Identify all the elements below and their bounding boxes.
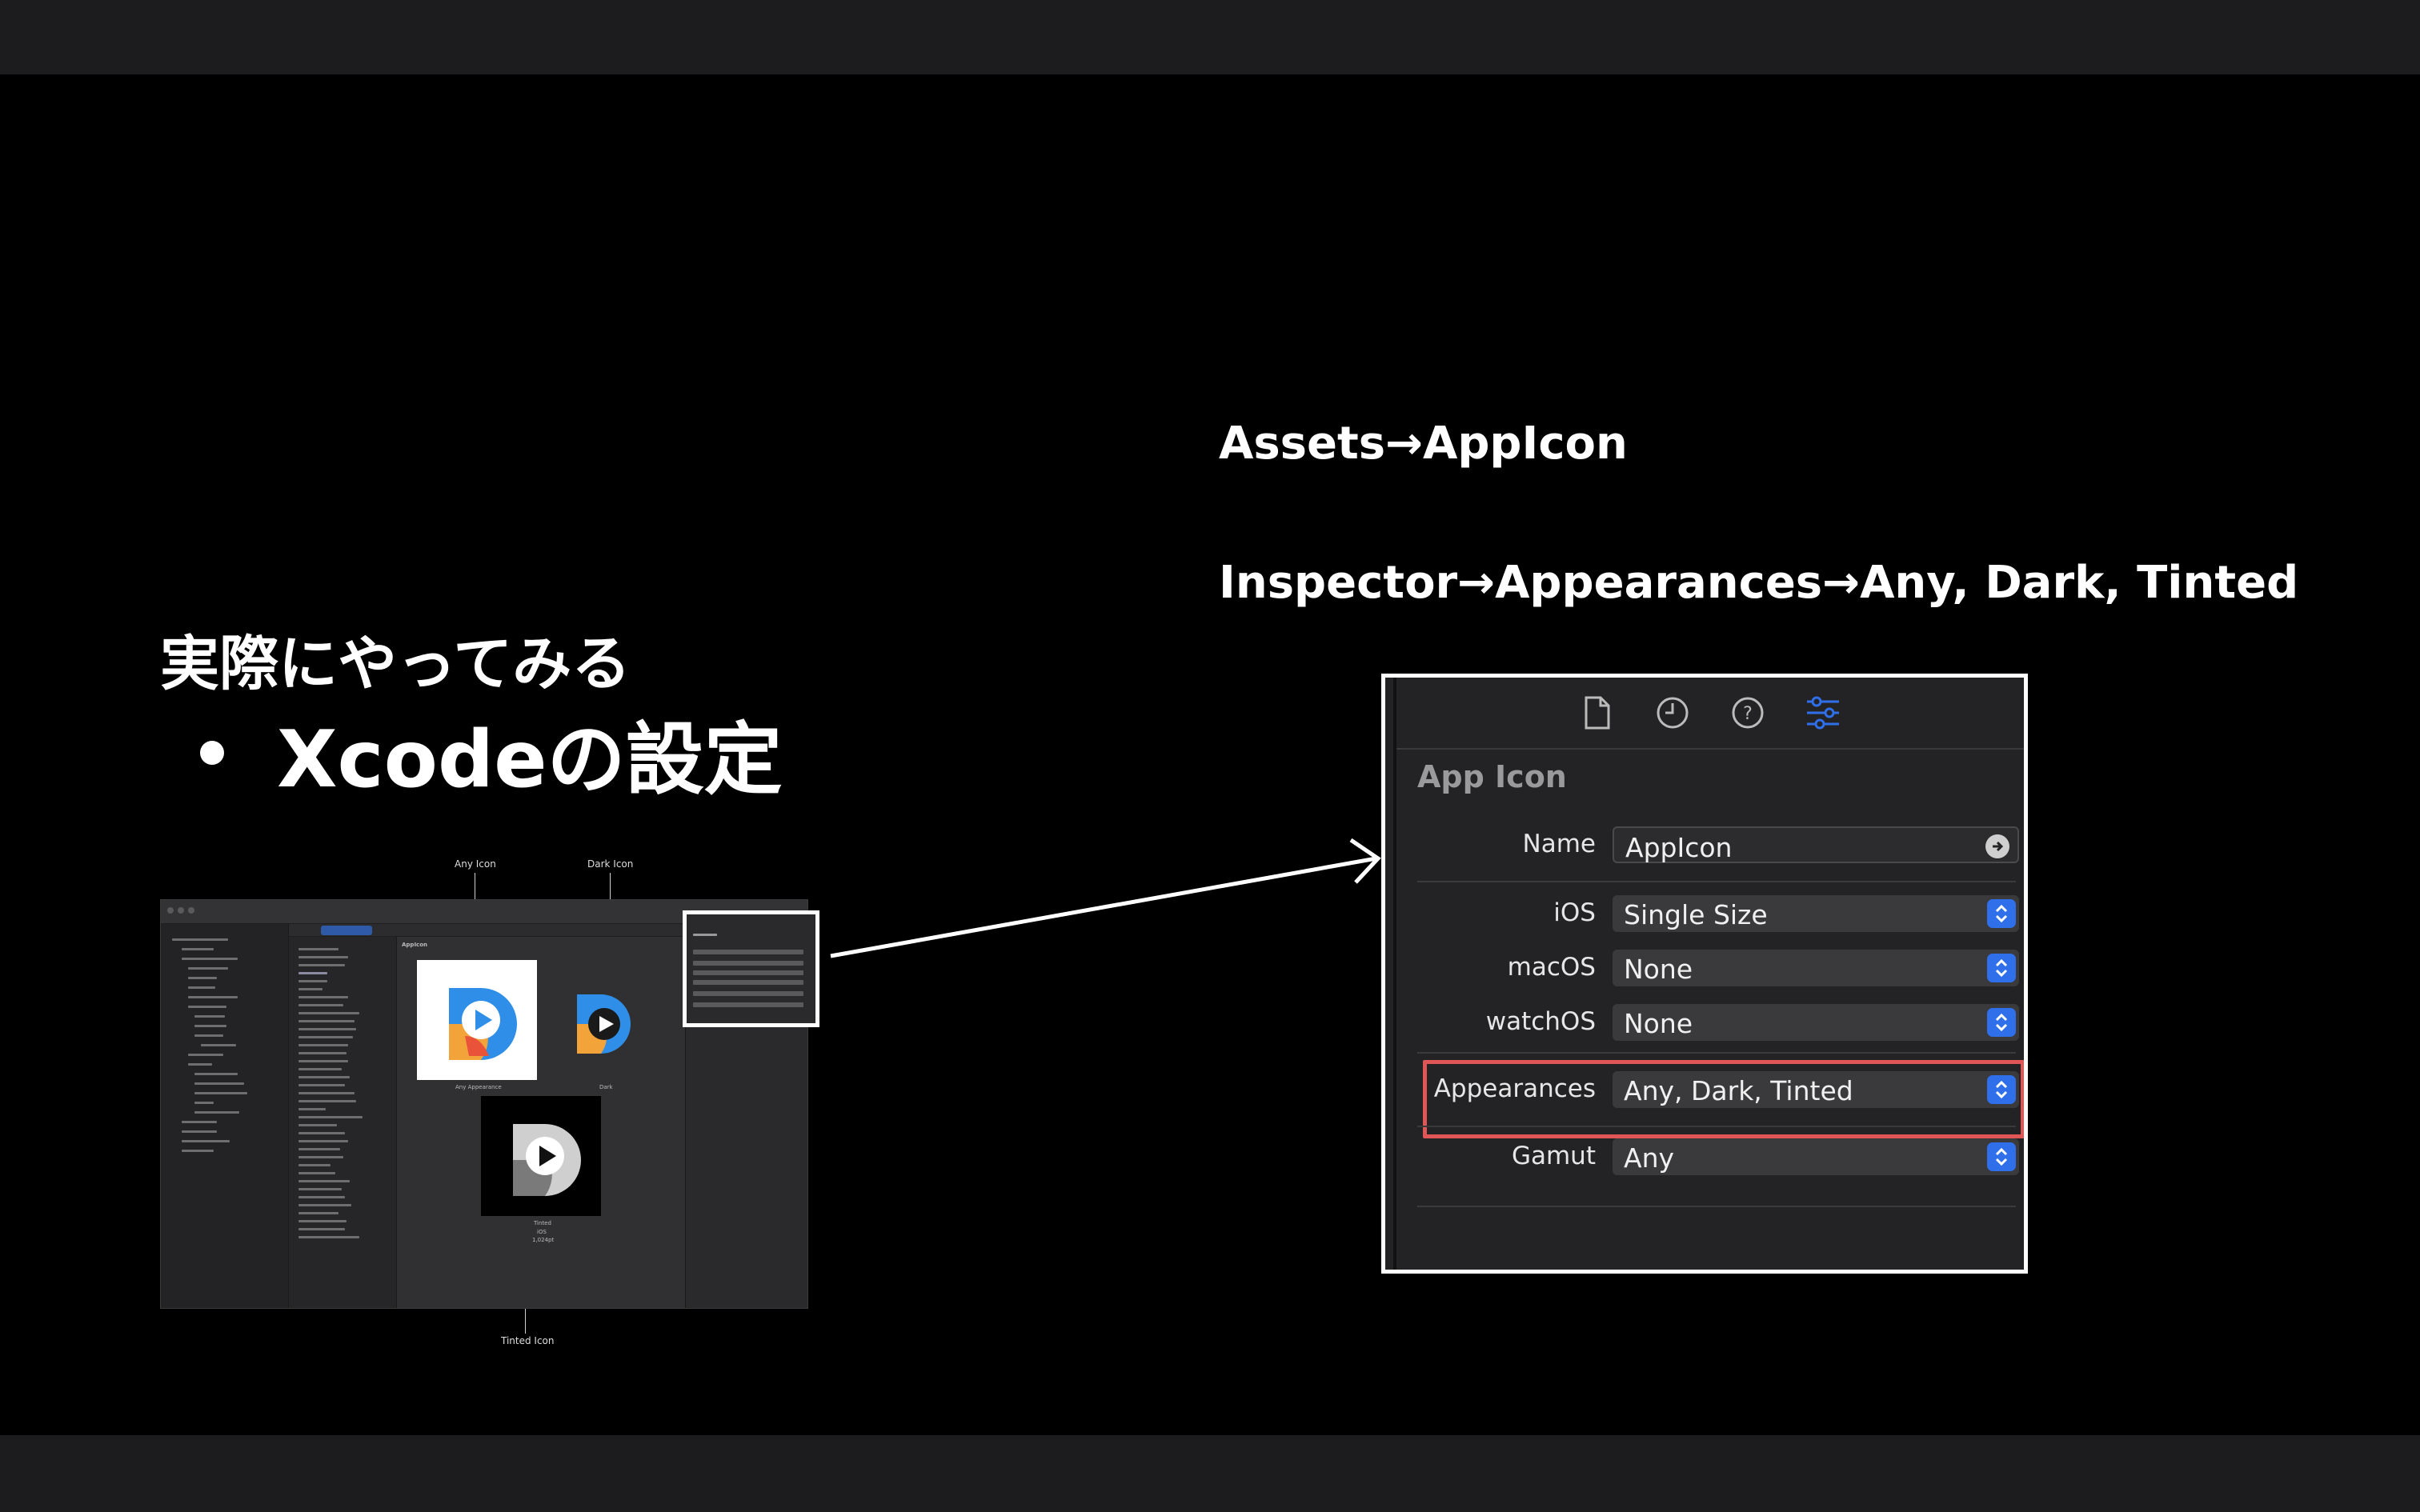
bullet-dot-icon	[200, 741, 224, 765]
slide-heading: 実際にやってみる	[160, 630, 631, 698]
file-icon[interactable]	[1579, 694, 1616, 731]
name-field-value: AppIcon	[1625, 832, 1733, 863]
watchos-popup-value: None	[1624, 1008, 1693, 1039]
gamut-popup[interactable]: Any	[1613, 1138, 2019, 1175]
mini-canvas-title: AppIcon	[402, 942, 427, 948]
mini-label-size: 1,024pt	[532, 1237, 555, 1243]
chevron-updown-icon	[1987, 899, 2016, 928]
bottom-letterbox-bar	[0, 1435, 2420, 1512]
mini-assets-tab	[321, 926, 372, 935]
window-controls	[167, 907, 194, 914]
inspector-section-title: App Icon	[1417, 759, 1567, 794]
name-label: Name	[1522, 830, 1596, 858]
mini-label-dark: Dark	[599, 1084, 613, 1090]
step-assets-appicon: Assets→AppIcon	[1219, 418, 1628, 470]
macos-popup-value: None	[1624, 954, 1693, 985]
callout-tinted-icon: Tinted Icon	[501, 1335, 555, 1346]
ios-popup[interactable]: Single Size	[1613, 895, 2019, 932]
history-clock-icon[interactable]	[1654, 694, 1691, 731]
any-appearance-icon	[417, 960, 537, 1080]
svg-text:?: ?	[1743, 704, 1753, 724]
bullet-text: Xcodeの設定	[277, 714, 783, 806]
callout-dark-icon: Dark Icon	[587, 858, 634, 870]
name-field[interactable]: AppIcon	[1613, 826, 2019, 863]
arrow-right-circle-icon[interactable]	[1985, 834, 2009, 858]
bullet-item: Xcodeの設定	[200, 696, 783, 810]
separator	[1417, 1206, 2016, 1207]
watchos-label: watchOS	[1485, 1007, 1596, 1036]
help-question-icon[interactable]: ?	[1729, 694, 1766, 731]
ios-label: iOS	[1553, 898, 1596, 927]
inspector-tab-bar: ?	[1396, 678, 2024, 750]
macos-label: macOS	[1507, 953, 1596, 982]
dark-appearance-icon	[569, 988, 641, 1060]
inspector-content: ? App Icon Name AppIcon iOS Single Size …	[1393, 678, 2024, 1270]
mini-inspector-highlight	[683, 910, 819, 1027]
tinted-appearance-icon	[481, 1096, 601, 1216]
mini-asset-list	[289, 937, 397, 1308]
macos-popup[interactable]: None	[1613, 950, 2019, 986]
gamut-label: Gamut	[1511, 1142, 1596, 1170]
chevron-updown-icon	[1987, 1008, 2016, 1037]
chevron-updown-icon	[1987, 954, 2016, 982]
separator	[1417, 881, 2016, 882]
gamut-popup-value: Any	[1624, 1142, 1675, 1174]
ios-popup-value: Single Size	[1624, 899, 1768, 930]
watchos-popup[interactable]: None	[1613, 1004, 2019, 1041]
mini-label-any: Any Appearance	[455, 1084, 502, 1090]
separator	[1417, 1126, 2016, 1127]
attributes-sliders-icon[interactable]	[1805, 694, 1841, 731]
mini-project-navigator	[161, 924, 289, 1308]
inspector-panel-zoom: ? App Icon Name AppIcon iOS Single Size …	[1381, 674, 2028, 1274]
top-letterbox-bar	[0, 0, 2420, 74]
mini-label-platform: iOS	[537, 1229, 547, 1235]
separator	[1417, 1052, 2016, 1054]
callout-any-icon: Any Icon	[455, 858, 496, 870]
mini-label-tinted: Tinted	[534, 1220, 551, 1226]
step-inspector-appearances: Inspector→Appearances→Any, Dark, Tinted	[1219, 557, 2299, 609]
chevron-updown-icon	[1987, 1142, 2016, 1171]
